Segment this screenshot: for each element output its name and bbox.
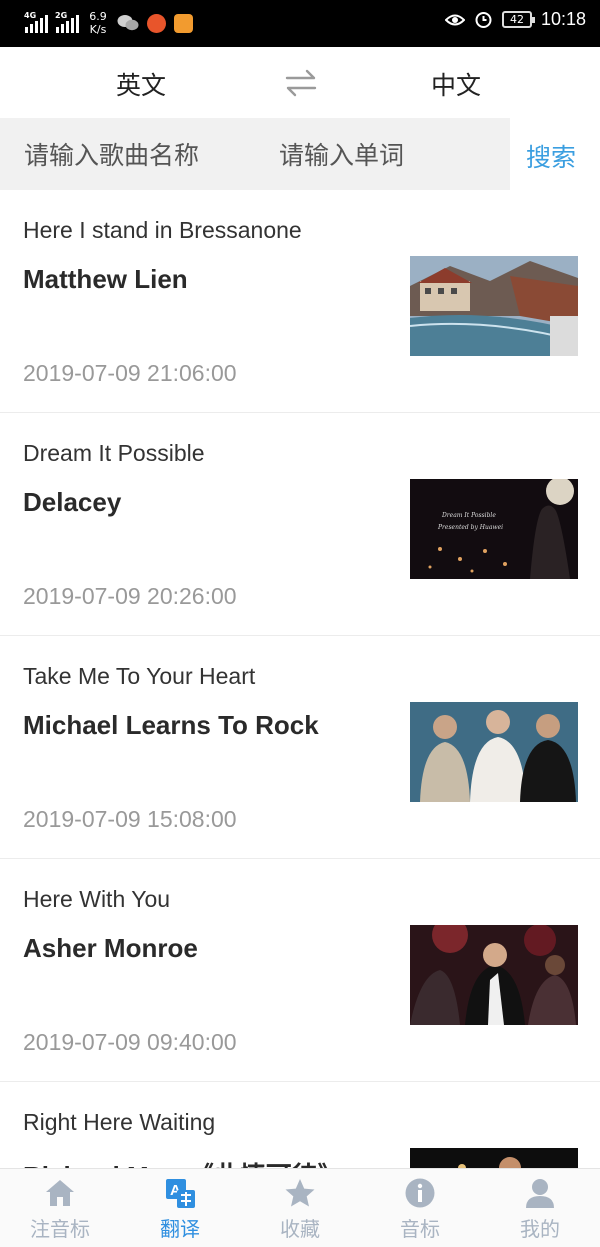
list-item[interactable]: Right Here Waiting Richard Marx《此情可待》 (0, 1082, 600, 1168)
tab-label: 收藏 (280, 1217, 320, 1241)
song-date: 2019-07-09 20:26:00 (23, 583, 237, 609)
song-title: Take Me To Your Heart (23, 663, 256, 689)
song-date: 2019-07-09 15:08:00 (23, 806, 237, 832)
song-date: 2019-07-09 09:40:00 (23, 1029, 237, 1055)
home-icon (46, 1180, 74, 1206)
tab-profile[interactable]: 我的 (480, 1169, 600, 1247)
word-input[interactable] (279, 138, 499, 172)
search-button[interactable]: 搜索 (526, 138, 576, 174)
list-item[interactable]: Take Me To Your Heart Michael Learns To … (0, 636, 600, 859)
eye-icon (444, 14, 465, 25)
signal-strength-icon: 4G (24, 11, 48, 33)
song-thumbnail[interactable] (410, 702, 578, 802)
search-box (0, 118, 510, 190)
thumb-title-text: Dream It Possible (441, 512, 496, 519)
song-title: Here I stand in Bressanone (23, 217, 302, 243)
song-artist: Delacey (23, 487, 122, 517)
tab-label: 注音标 (30, 1217, 90, 1241)
song-name-input[interactable] (24, 138, 254, 172)
tab-phonetic-annotation[interactable]: 注音标 (0, 1169, 120, 1247)
swap-arrows-icon[interactable] (284, 67, 318, 99)
song-artist: Michael Learns To Rock (23, 710, 319, 740)
tab-favorites[interactable]: 收藏 (240, 1169, 360, 1247)
song-thumbnail[interactable] (410, 1148, 578, 1168)
song-artist: Richard Marx《此情可待》 (23, 1156, 344, 1168)
status-left: 4G 2G 6.9 K/s (24, 10, 193, 36)
status-bar: 4G 2G 6.9 K/s 42 10:18 (0, 0, 600, 47)
song-title: Dream It Possible (23, 440, 205, 466)
tab-phonetic-symbols[interactable]: 音标 (360, 1169, 480, 1247)
user-icon (526, 1179, 554, 1208)
signal-strength-icon-2: 2G (55, 11, 79, 33)
tab-label: 我的 (520, 1217, 560, 1241)
search-bar: 搜索 (0, 118, 600, 190)
source-language-button[interactable]: 英文 (116, 66, 166, 102)
app-notification-icon-2 (174, 13, 193, 33)
song-thumbnail[interactable]: Dream It Possible Presented by Huawei (410, 479, 578, 579)
song-artist: Matthew Lien (23, 264, 188, 294)
tab-translate[interactable]: A 翻译 (120, 1169, 240, 1247)
wechat-icon (117, 15, 139, 31)
song-artist: Asher Monroe (23, 933, 198, 963)
song-list: Here I stand in Bressanone Matthew Lien … (0, 190, 600, 1168)
tab-label: 音标 (400, 1217, 440, 1241)
star-icon (285, 1179, 315, 1207)
list-item[interactable]: Here With You Asher Monroe 2019-07-09 09… (0, 859, 600, 1082)
network-speed: 6.9 K/s (87, 10, 109, 36)
network-type-2: 2G (55, 11, 68, 20)
tab-label: 翻译 (160, 1217, 200, 1241)
network-speed-unit: K/s (89, 23, 107, 36)
language-switch-bar: 英文 中文 (0, 47, 600, 118)
song-date: 2019-07-09 21:06:00 (23, 360, 237, 386)
battery-icon: 42 (501, 11, 535, 28)
network-speed-value: 6.9 (89, 10, 107, 23)
thumb-subtitle-text: Presented by Huawei (437, 524, 503, 531)
list-item[interactable]: Here I stand in Bressanone Matthew Lien … (0, 190, 600, 413)
network-type-1: 4G (24, 11, 37, 20)
target-language-button[interactable]: 中文 (431, 66, 481, 102)
status-right: 42 10:18 (444, 9, 586, 30)
song-title: Here With You (23, 886, 171, 912)
song-title: Right Here Waiting (23, 1109, 216, 1135)
song-thumbnail[interactable] (410, 256, 578, 356)
clock: 10:18 (540, 9, 586, 29)
list-item[interactable]: Dream It Possible Delacey 2019-07-09 20:… (0, 413, 600, 636)
song-thumbnail[interactable] (410, 925, 578, 1025)
info-icon (405, 1178, 435, 1208)
bottom-tab-bar: 注音标 A 翻译 收藏 音标 我的 (0, 1168, 600, 1247)
alarm-icon (475, 12, 492, 28)
translate-icon: A (166, 1179, 195, 1208)
app-notification-icon (147, 13, 166, 33)
